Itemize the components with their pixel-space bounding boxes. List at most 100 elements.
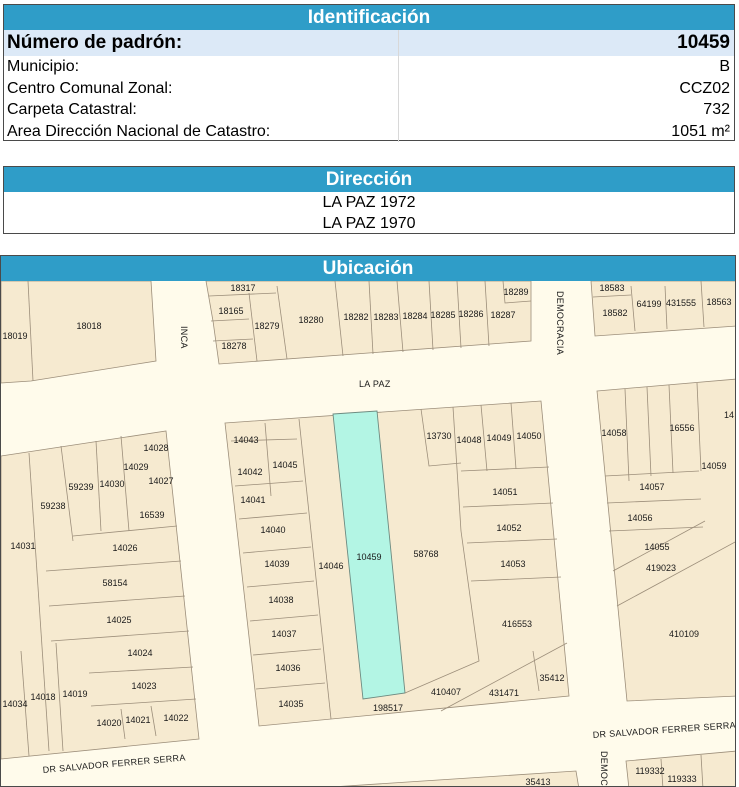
parcel-label: 18583	[599, 283, 624, 293]
parcel-label: 14052	[496, 523, 521, 533]
parcel-label: 14021	[125, 715, 150, 725]
parcel-label: 14059	[701, 461, 726, 471]
carpeta-label: Carpeta Catastral:	[4, 99, 399, 121]
parcel-label: 14018	[30, 692, 55, 702]
parcel-label: 14058	[601, 428, 626, 438]
parcel-label: 14040	[260, 525, 285, 535]
parcel-label: 18582	[602, 308, 627, 318]
parcel-label: 14019	[62, 689, 87, 699]
parcel-label: 119333	[667, 774, 696, 784]
area-value: 1051 m²	[671, 122, 730, 140]
parcel-label: 18563	[706, 297, 731, 307]
carpeta-value: 732	[703, 101, 730, 118]
parcel-label: 16539	[139, 510, 164, 520]
direccion-line-1: LA PAZ 1972	[322, 194, 416, 211]
municipio-value: B	[719, 58, 730, 75]
street-label-democr: DEMOCR	[599, 751, 609, 787]
parcel-label: 419023	[646, 563, 676, 573]
parcel-label: 14042	[237, 467, 262, 477]
parcel-label: 16556	[669, 423, 694, 433]
parcel-label: 14030	[99, 479, 124, 489]
parcel-label: 18019	[2, 331, 27, 341]
parcel-label: 14037	[271, 629, 296, 639]
street-label-inca: INCA	[179, 326, 189, 349]
padron-value: 10459	[677, 32, 730, 53]
parcel-label: 14020	[96, 718, 121, 728]
parcel-label: 18165	[218, 306, 243, 316]
municipio-label: Municipio:	[4, 56, 399, 78]
parcel-label: 14053	[500, 559, 525, 569]
parcel-label: 14031	[10, 541, 35, 551]
parcel-label: 14050	[516, 431, 541, 441]
parcel-label: 14046	[318, 561, 343, 571]
parcel-label: 18280	[298, 315, 323, 325]
parcel-label: 18284	[402, 311, 427, 321]
street-label-la-paz: LA PAZ	[359, 379, 391, 389]
parcel-label: 14051	[492, 487, 517, 497]
padron-label: Número de padrón:	[4, 30, 399, 56]
parcel-label: 14038	[268, 595, 293, 605]
carpeta-row: Carpeta Catastral: 732	[4, 99, 734, 121]
parcel-label: 18279	[254, 321, 279, 331]
parcel-label: 410407	[431, 687, 461, 697]
parcel-label: 18282	[343, 312, 368, 322]
direccion-line-2: LA PAZ 1970	[322, 215, 416, 232]
parcel-label: 35412	[539, 673, 564, 683]
ccz-value: CCZ02	[679, 79, 730, 97]
parcel-label: 13730	[426, 431, 451, 441]
parcel-label: 14049	[486, 433, 511, 443]
identificacion-panel: Identificación Número de padrón: 10459 M…	[3, 4, 735, 142]
parcel-label: 431471	[489, 688, 519, 698]
direccion-header: Dirección	[4, 167, 734, 192]
cadastral-map[interactable]: LA PAZ INCA DEMOCRACIA DR SALVADOR FERRE…	[1, 281, 736, 787]
parcel-label: 416553	[502, 619, 532, 629]
parcel-label: 198517	[373, 703, 403, 713]
parcel-label: 14041	[240, 495, 265, 505]
parcel-label: 14023	[131, 681, 156, 691]
parcel-label: 14027	[148, 476, 173, 486]
ccz-label: Centro Comunal Zonal:	[4, 77, 399, 99]
parcel-label: 14057	[639, 482, 664, 492]
ubicacion-header: Ubicación	[1, 256, 735, 281]
parcel-label: 18286	[458, 309, 483, 319]
parcel-label: 18317	[230, 283, 255, 293]
parcel-label: 410109	[669, 629, 699, 639]
parcel-label: 14035	[278, 699, 303, 709]
ubicacion-panel: Ubicación LA PAZ INCA DEMOCRACIA DR SALV…	[0, 255, 736, 787]
parcel-label: 58154	[102, 578, 127, 588]
parcel-label: 14045	[272, 460, 297, 470]
parcel-label: 14043	[233, 435, 258, 445]
parcel-label: 18287	[490, 310, 515, 320]
parcel-label: 14048	[456, 435, 481, 445]
parcel-label: 14055	[644, 542, 669, 552]
parcel-label: 64199	[636, 299, 661, 309]
direccion-panel: Dirección LA PAZ 1972 LA PAZ 1970	[3, 166, 735, 234]
parcel-label: 14028	[143, 443, 168, 453]
street-label-democracia: DEMOCRACIA	[555, 291, 565, 355]
padron-row: Número de padrón: 10459	[4, 30, 734, 56]
identificacion-header: Identificación	[4, 5, 734, 30]
area-label: Area Dirección Nacional de Catastro:	[4, 120, 399, 142]
parcel-label: 14029	[123, 462, 148, 472]
parcel-label: 14034	[2, 699, 27, 709]
parcel-label: 59239	[68, 482, 93, 492]
parcel-label: 18278	[221, 341, 246, 351]
parcel-label: 14022	[163, 713, 188, 723]
parcel-label: 18018	[76, 321, 101, 331]
parcel-label: 14039	[264, 559, 289, 569]
parcel-label: 119332	[635, 766, 664, 776]
parcel-label: 18289	[503, 287, 528, 297]
area-row: Area Dirección Nacional de Catastro: 105…	[4, 120, 734, 142]
parcel-label: 58768	[413, 549, 438, 559]
parcel-label: 35413	[525, 777, 550, 787]
parcel-label: 59238	[40, 501, 65, 511]
ccz-row: Centro Comunal Zonal: CCZ02	[4, 77, 734, 99]
parcel-label: 14036	[275, 663, 300, 673]
municipio-row: Municipio: B	[4, 56, 734, 78]
parcel-label: 14	[724, 410, 734, 420]
parcel-label: 14024	[127, 648, 152, 658]
parcel-label: 14026	[112, 543, 137, 553]
parcel-label: 14056	[627, 513, 652, 523]
parcel-label: 18283	[373, 312, 398, 322]
parcel-label: 14025	[106, 615, 131, 625]
